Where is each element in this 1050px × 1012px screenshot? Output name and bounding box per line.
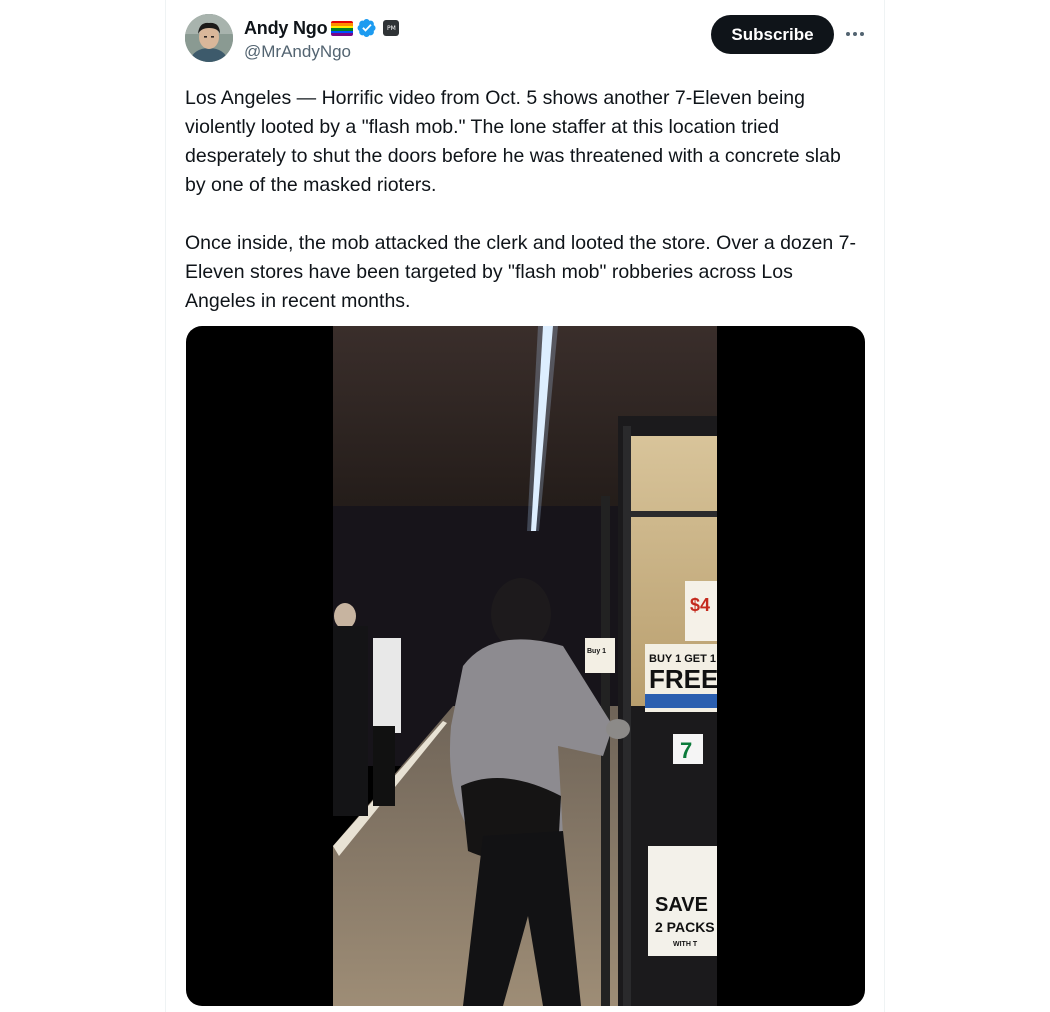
tweet-paragraph: Los Angeles — Horrific video from Oct. 5… bbox=[185, 87, 841, 196]
tweet-card: Andy Ngo PM @MrAndyNgo Subscribe Los Ang… bbox=[165, 0, 885, 1012]
more-dot bbox=[853, 32, 857, 36]
frame-person-bg-jersey bbox=[373, 638, 401, 733]
more-dot bbox=[846, 32, 850, 36]
frame-figure-head bbox=[491, 578, 551, 650]
flag-stripe-purple bbox=[331, 33, 354, 36]
frame-save-bottom-text: WITH T bbox=[673, 941, 698, 948]
frame-window-transom bbox=[623, 511, 717, 517]
author-avatar[interactable] bbox=[185, 14, 233, 62]
frame-promo-sign-small bbox=[585, 638, 615, 673]
frame-person-bg-body bbox=[333, 626, 368, 816]
author-display-name[interactable]: Andy Ngo bbox=[244, 18, 328, 39]
frame-person-bg-head bbox=[334, 603, 356, 629]
frame-save-top-text: SAVE bbox=[655, 894, 708, 916]
affiliate-badge-icon[interactable]: PM bbox=[383, 20, 400, 36]
tweet-paragraph: Once inside, the mob attacked the clerk … bbox=[185, 232, 856, 312]
author-handle[interactable]: @MrAndyNgo bbox=[244, 42, 351, 62]
frame-promo-big-text: FREE bbox=[649, 664, 717, 694]
more-dot bbox=[860, 32, 864, 36]
more-options-icon[interactable] bbox=[843, 22, 867, 46]
avatar-image bbox=[185, 14, 233, 62]
tweet-text: Los Angeles — Horrific video from Oct. 5… bbox=[185, 84, 865, 316]
author-name-row: Andy Ngo PM bbox=[244, 16, 400, 40]
subscribe-button[interactable]: Subscribe bbox=[711, 15, 834, 54]
frame-promo-strip bbox=[645, 694, 717, 708]
frame-promo-small-text: Buy 1 bbox=[587, 648, 606, 655]
frame-person-bg-legs bbox=[373, 726, 395, 806]
verified-badge-icon[interactable] bbox=[357, 18, 377, 38]
frame-logo-glyph: 7 bbox=[680, 738, 692, 763]
frame-save-mid-text: 2 PACKS bbox=[655, 919, 715, 935]
frame-figure-glove bbox=[606, 719, 630, 739]
video-player[interactable]: $4 Buy 1 BUY 1 GET 1 FREE 7 SAVE 2 PACKS… bbox=[186, 326, 865, 1006]
frame-price-text: $4 bbox=[690, 595, 710, 615]
rainbow-flag-icon bbox=[331, 20, 354, 36]
video-frame: $4 Buy 1 BUY 1 GET 1 FREE 7 SAVE 2 PACKS… bbox=[333, 326, 717, 1006]
